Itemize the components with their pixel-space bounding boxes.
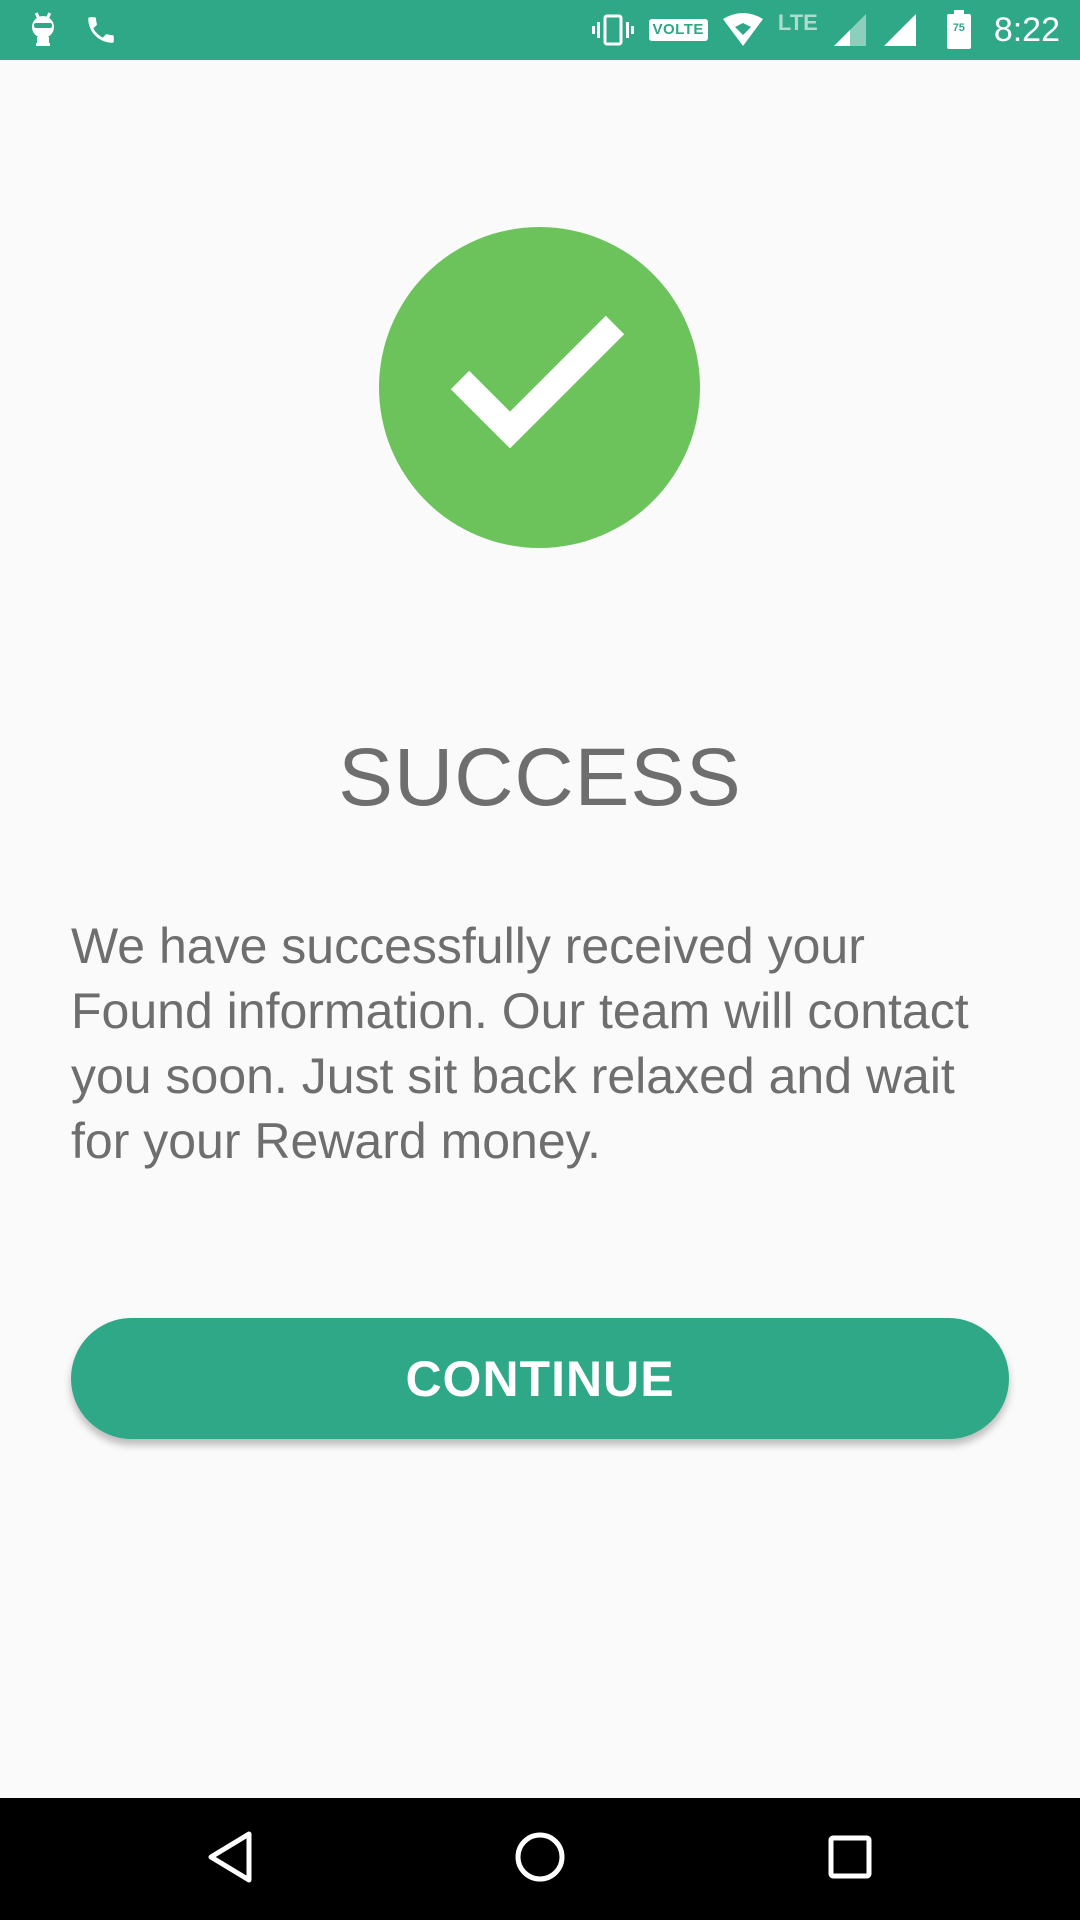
- status-right: VOLTE LTE 75 8:22: [591, 6, 1060, 54]
- vibrate-icon: [591, 13, 635, 47]
- phone-icon: [84, 13, 118, 47]
- page-title: SUCCESS: [338, 732, 742, 823]
- android-debug-icon: [28, 10, 58, 50]
- status-bar: VOLTE LTE 75 8:22: [0, 0, 1080, 60]
- success-message: We have successfully received your Found…: [71, 918, 969, 1169]
- volte-icon: VOLTE: [648, 19, 708, 41]
- recents-button[interactable]: [770, 1798, 930, 1920]
- wifi-icon: [722, 13, 764, 47]
- network-type-label: LTE: [777, 10, 818, 35]
- battery-icon: 75: [946, 10, 972, 50]
- navigation-bar: [0, 1798, 1080, 1920]
- home-button[interactable]: [460, 1798, 620, 1920]
- status-left: [28, 8, 118, 52]
- back-icon: [205, 1830, 255, 1889]
- signal-icon: [832, 12, 868, 48]
- signal-icon: [882, 12, 918, 48]
- battery-level-label: 75: [952, 22, 965, 34]
- success-badge: [379, 227, 700, 548]
- back-button[interactable]: [150, 1798, 310, 1920]
- check-icon: [440, 305, 640, 470]
- home-icon: [513, 1830, 567, 1889]
- clock: 8:22: [993, 10, 1060, 49]
- continue-button[interactable]: CONTINUE: [71, 1318, 1009, 1439]
- recents-icon: [826, 1833, 874, 1886]
